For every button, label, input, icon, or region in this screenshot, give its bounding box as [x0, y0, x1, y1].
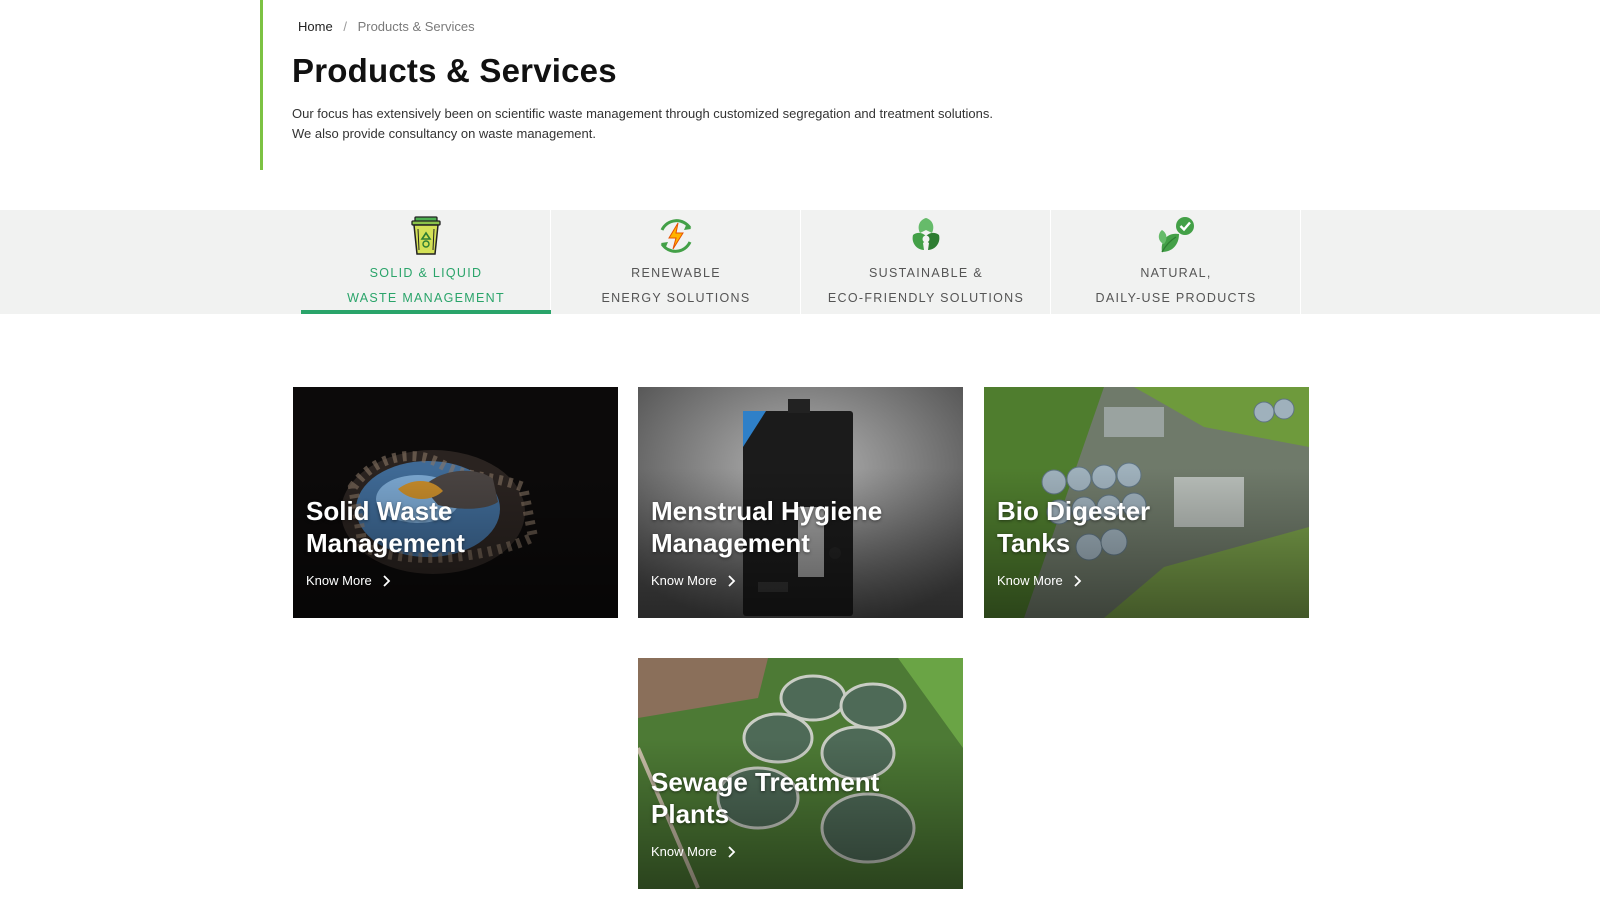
renewable-energy-icon: [660, 219, 692, 253]
card-title: Menstrual Hygiene Management: [651, 496, 883, 558]
card-menstrual-hygiene-management[interactable]: Menstrual Hygiene Management Know More: [638, 387, 963, 618]
intro-text: Our focus has extensively been on scient…: [292, 104, 1022, 144]
know-more-link[interactable]: Know More: [651, 844, 737, 859]
card-bio-digester-tanks[interactable]: Bio Digester Tanks Know More: [984, 387, 1309, 618]
leaf-check-icon: [1158, 217, 1194, 253]
tab-label: Renewable Energy Solutions: [601, 266, 751, 305]
chevron-right-icon: [383, 574, 391, 587]
intro-line-2: We also provide consultancy on waste man…: [292, 126, 596, 141]
tab-solid-liquid-waste[interactable]: Solid & Liquid Waste Management: [301, 210, 551, 314]
chevron-right-icon: [728, 845, 736, 858]
chevron-right-icon: [728, 574, 736, 587]
tab-natural-products[interactable]: Natural, Daily-Use Products: [1051, 210, 1301, 314]
page-title: Products & Services: [292, 52, 617, 89]
know-more-link[interactable]: Know More: [651, 573, 737, 588]
tab-label: Natural, Daily-Use Products: [1095, 266, 1257, 305]
breadcrumb-current: Products & Services: [357, 19, 475, 34]
tab-label: Sustainable & Eco-Friendly Solutions: [827, 266, 1025, 305]
breadcrumb-separator: /: [343, 19, 347, 34]
tab-sustainable-eco[interactable]: Sustainable & Eco-Friendly Solutions: [801, 210, 1051, 314]
page-header: Home / Products & Services Products & Se…: [260, 0, 1020, 170]
active-tab-indicator: [301, 310, 551, 314]
tab-label: Solid & Liquid Waste Management: [347, 266, 505, 305]
breadcrumb: Home / Products & Services: [298, 19, 475, 34]
card-title: Sewage Treatment Plants: [651, 767, 880, 829]
recycle-leaves-icon: [912, 218, 940, 250]
card-solid-waste-management[interactable]: Solid Waste Management Know More: [293, 387, 618, 618]
card-title: Bio Digester Tanks: [997, 496, 1151, 558]
know-more-link[interactable]: Know More: [997, 573, 1083, 588]
know-more-link[interactable]: Know More: [306, 573, 392, 588]
card-sewage-treatment-plants[interactable]: Sewage Treatment Plants Know More: [638, 658, 963, 889]
card-title: Solid Waste Management: [306, 496, 465, 558]
breadcrumb-home-link[interactable]: Home: [298, 19, 333, 34]
tab-renewable-energy[interactable]: Renewable Energy Solutions: [551, 210, 801, 314]
intro-line-1: Our focus has extensively been on scient…: [292, 106, 993, 121]
chevron-right-icon: [1074, 574, 1082, 587]
category-tabbar: Solid & Liquid Waste Management Renewabl…: [0, 210, 1600, 314]
recycle-bin-icon: [411, 216, 441, 255]
